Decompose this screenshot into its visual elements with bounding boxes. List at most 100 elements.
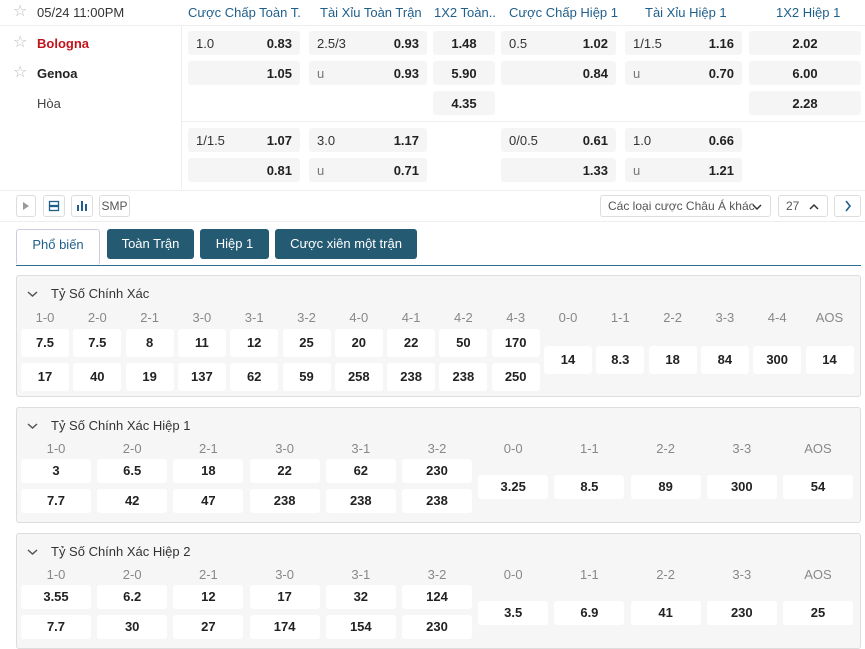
score-odds-cell[interactable]: 8.5 [554,475,625,499]
score-odds-cell[interactable]: 3.55 [21,585,91,609]
score-odds-cell[interactable]: 7.5 [21,329,69,357]
odds-cell[interactable]: 1.33 [501,158,616,182]
score-odds-cell[interactable]: 250 [491,363,540,391]
score-odds-cell[interactable]: 22 [387,329,436,357]
score-odds-cell[interactable]: 3.5 [478,601,549,625]
odds-cell[interactable]: 1.0 0.83 [188,31,300,55]
score-odds-cell[interactable]: 18 [173,459,244,483]
score-odds-cell[interactable]: 25 [282,329,331,357]
stats-list-icon[interactable] [43,195,65,217]
score-odds-cell[interactable]: 238 [402,489,472,513]
odds-cell[interactable]: 2.5/3 0.93 [309,31,427,55]
score-odds-cell[interactable]: 14 [544,346,592,374]
odds-cell[interactable]: u 0.71 [309,158,427,182]
tab-popular[interactable]: Phổ biến [16,229,100,265]
tab-full-match[interactable]: Toàn Trận [107,229,194,259]
next-button[interactable] [834,195,861,217]
odds-cell[interactable]: 5.90 [433,61,495,85]
odds-cell[interactable]: 1.0 0.66 [625,128,742,152]
bar-chart-icon[interactable] [71,195,93,217]
score-odds-cell[interactable]: 238 [249,489,320,513]
score-odds-cell[interactable]: 84 [700,346,749,374]
score-odds-cell[interactable]: 14 [805,346,854,374]
score-odds-cell[interactable]: 170 [491,329,540,357]
odds-cell[interactable]: 6.00 [749,61,861,85]
odds-cell[interactable]: 1/1.5 1.16 [625,31,742,55]
score-odds-cell[interactable]: 12 [230,329,279,357]
score-odds-cell[interactable]: 230 [706,601,777,625]
odds-cell[interactable]: 2.28 [749,91,861,115]
score-odds-cell[interactable]: 238 [325,489,396,513]
section-header[interactable]: Tỷ Số Chính Xác Hiệp 1 [27,418,190,433]
tab-half-1[interactable]: Hiệp 1 [200,229,269,259]
score-odds-cell[interactable]: 62 [230,363,279,391]
score-odds-cell[interactable]: 238 [439,363,488,391]
section-header[interactable]: Tỷ Số Chính Xác [27,286,149,301]
odds-cell[interactable]: 0.81 [188,158,300,182]
score-odds-cell[interactable]: 3 [21,459,91,483]
score-odds-cell[interactable]: 50 [439,329,488,357]
score-label: 2-2 [656,441,675,456]
score-odds-cell[interactable]: 62 [325,459,396,483]
score-odds-cell[interactable]: 174 [249,615,320,639]
score-odds-cell[interactable]: 18 [648,346,697,374]
score-odds-cell[interactable]: 27 [173,615,244,639]
score-odds-cell[interactable]: 59 [282,363,331,391]
score-odds-cell[interactable]: 230 [402,459,472,483]
score-odds-cell[interactable]: 3.25 [478,475,549,499]
count-selector[interactable]: 27 [778,195,828,217]
odds-cell[interactable]: 1.48 [433,31,495,55]
odds-cell[interactable]: u 1.21 [625,158,742,182]
score-odds-cell[interactable]: 17 [249,585,320,609]
odds-cell[interactable]: 0/0.5 0.61 [501,128,616,152]
odds-cell[interactable]: 0.84 [501,61,616,85]
smp-button[interactable]: SMP [99,195,130,217]
favorite-star-icon[interactable]: ☆ [13,4,27,20]
score-odds-cell[interactable]: 154 [325,615,396,639]
score-odds-cell[interactable]: 6.2 [97,585,168,609]
play-icon[interactable] [16,195,36,217]
odds-cell[interactable]: 1.05 [188,61,300,85]
score-odds-cell[interactable]: 238 [387,363,436,391]
score-odds-cell[interactable]: 40 [73,363,122,391]
market-select[interactable]: Các loại cược Châu Á khác [600,195,771,217]
score-odds-cell[interactable]: 8 [125,329,174,357]
score-odds-cell[interactable]: 300 [706,475,777,499]
odds-cell[interactable]: 1/1.5 1.07 [188,128,300,152]
score-odds-cell[interactable]: 32 [325,585,396,609]
score-odds-cell[interactable]: 230 [402,615,472,639]
score-odds-cell[interactable]: 6.9 [554,601,625,625]
odds-cell[interactable]: u 0.93 [309,61,427,85]
score-odds-cell[interactable]: 258 [334,363,383,391]
favorite-star-icon[interactable]: ☆ [13,65,27,81]
score-odds-cell[interactable]: 42 [97,489,168,513]
score-odds-cell[interactable]: 47 [173,489,244,513]
score-odds-cell[interactable]: 20 [334,329,383,357]
score-odds-cell[interactable]: 300 [753,346,802,374]
score-odds-cell[interactable]: 19 [125,363,174,391]
score-odds-cell[interactable]: 124 [402,585,472,609]
score-odds-cell[interactable]: 89 [630,475,701,499]
favorite-star-icon[interactable]: ☆ [13,35,27,51]
odds-cell[interactable]: 0.5 1.02 [501,31,616,55]
score-odds-cell[interactable]: 30 [97,615,168,639]
odds-cell[interactable]: u 0.70 [625,61,742,85]
tab-same-game-parlay[interactable]: Cược xiên một trận [275,229,417,259]
score-odds-cell[interactable]: 7.7 [21,489,91,513]
odds-cell[interactable]: 4.35 [433,91,495,115]
section-header[interactable]: Tỷ Số Chính Xác Hiệp 2 [27,544,190,559]
score-odds-cell[interactable]: 137 [177,363,226,391]
score-odds-cell[interactable]: 17 [21,363,69,391]
score-odds-cell[interactable]: 12 [173,585,244,609]
score-odds-cell[interactable]: 6.5 [97,459,168,483]
score-odds-cell[interactable]: 41 [630,601,701,625]
score-odds-cell[interactable]: 54 [783,475,853,499]
score-odds-cell[interactable]: 7.7 [21,615,91,639]
score-odds-cell[interactable]: 11 [177,329,226,357]
odds-cell[interactable]: 3.0 1.17 [309,128,427,152]
score-odds-cell[interactable]: 22 [249,459,320,483]
score-odds-cell[interactable]: 8.3 [596,346,645,374]
score-odds-cell[interactable]: 25 [783,601,853,625]
odds-cell[interactable]: 2.02 [749,31,861,55]
score-odds-cell[interactable]: 7.5 [73,329,122,357]
